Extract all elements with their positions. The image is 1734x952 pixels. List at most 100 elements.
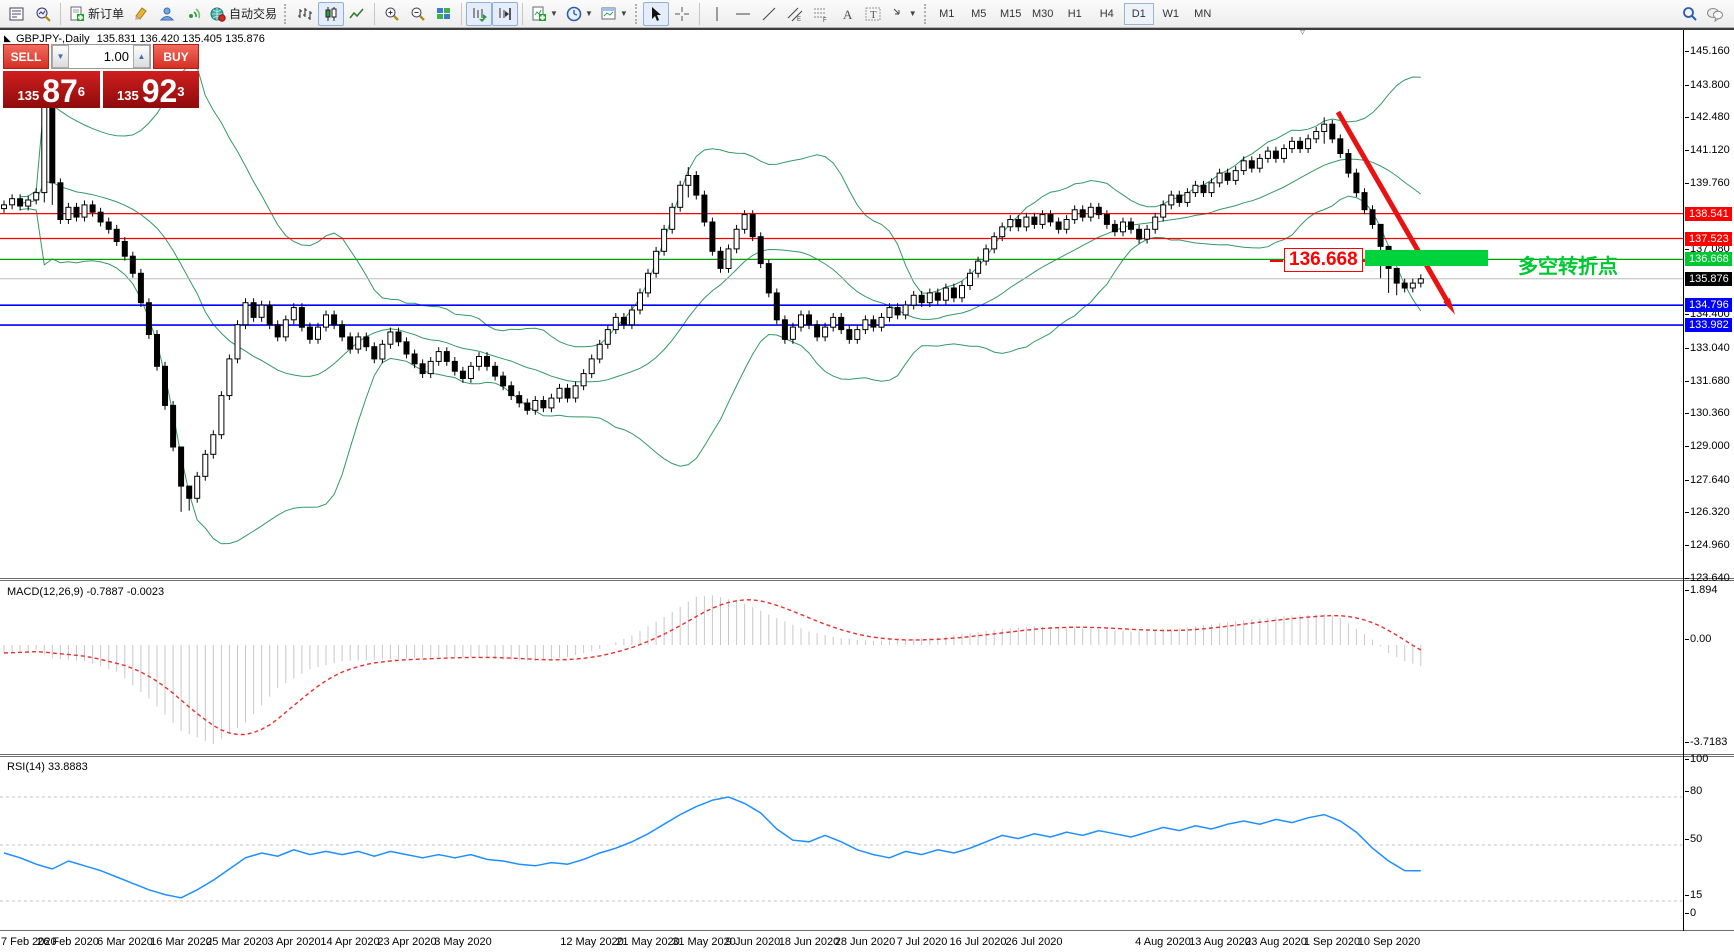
timeframe-h4[interactable]: H4 <box>1092 3 1122 25</box>
turning-point-note[interactable]: 多空转折点 <box>1518 250 1618 279</box>
timeframe-m5[interactable]: M5 <box>964 3 994 25</box>
price-tick: 126.320 <box>1685 506 1730 518</box>
green-zone-rectangle[interactable] <box>1365 250 1488 266</box>
pane-separator[interactable] <box>0 578 1734 581</box>
channel-tool-button[interactable]: E <box>782 2 808 26</box>
arrows-tool-button[interactable]: ▼ <box>886 2 921 26</box>
date-tick: 26 Jul 2020 <box>1005 936 1063 948</box>
rsi-tick: 100 <box>1684 753 1709 765</box>
rsi-tick: 50 <box>1684 833 1703 845</box>
zoom-in-icon <box>385 7 399 21</box>
market-button[interactable] <box>154 2 180 26</box>
date-tick: 14 Apr 2020 <box>320 936 380 948</box>
macd-tick: 0.00 <box>1684 633 1712 645</box>
candlestick-chart-icon <box>325 6 337 21</box>
chevron-down-icon: ▼ <box>550 9 558 18</box>
timeframe-d1[interactable]: D1 <box>1123 2 1154 25</box>
candlestick-chart-button[interactable] <box>318 1 345 26</box>
text-tool-button[interactable]: A <box>834 2 860 26</box>
crosshair-tool-button[interactable] <box>669 2 695 26</box>
sell-price-sup: 6 <box>77 84 86 99</box>
sell-quote[interactable]: 135 87 6 <box>3 71 100 108</box>
annotation-dash-left <box>1270 260 1283 262</box>
crosshair-icon <box>674 6 689 21</box>
volume-increase-button[interactable]: ▲ <box>133 45 150 68</box>
chevron-down-icon: ▼ <box>619 9 628 18</box>
vertical-line-icon <box>716 6 718 21</box>
line-chart-icon <box>349 8 364 18</box>
charts-list-button[interactable] <box>4 2 30 26</box>
price-axis[interactable]: 145.160 143.800 142.480 141.120 139.760 137.0… <box>1684 30 1734 931</box>
signals-icon <box>189 7 201 18</box>
cursor-tool-button[interactable] <box>642 1 669 26</box>
timeframe-mn[interactable]: MN <box>1188 3 1218 25</box>
main-chart-canvas[interactable] <box>0 30 1683 578</box>
templates-button[interactable]: ▼ <box>597 2 632 26</box>
new-order-button[interactable]: 新订单 <box>65 2 128 26</box>
chart-shift-button[interactable] <box>492 1 519 26</box>
search-icon[interactable] <box>1682 6 1698 22</box>
price-level-tag: 136.668 <box>1685 252 1732 266</box>
zoom-in-button[interactable] <box>379 2 405 26</box>
trendline-icon <box>762 7 776 20</box>
chevron-down-icon: ▼ <box>584 9 593 18</box>
trendline-tool-button[interactable] <box>756 2 782 26</box>
timeframe-m1[interactable]: M1 <box>932 3 962 25</box>
volume-input[interactable] <box>69 49 133 64</box>
timeframe-m15[interactable]: M15 <box>996 3 1026 25</box>
date-axis[interactable]: 7 Feb 2020 26 Feb 2020 6 Mar 2020 16 Mar 20… <box>0 933 1734 952</box>
tick-chart-button[interactable] <box>30 2 56 26</box>
horizontal-line-tool-button[interactable] <box>730 2 756 26</box>
current-price-tag: 135.876 <box>1685 272 1732 286</box>
svg-text:A: A <box>843 7 853 22</box>
sell-button[interactable]: SELL <box>3 44 49 69</box>
macd-tick: 1.894 <box>1685 584 1718 596</box>
tile-windows-icon <box>437 7 451 19</box>
sell-price-big: 87 <box>42 73 78 109</box>
volume-decrease-button[interactable]: ▼ <box>52 45 69 68</box>
fibonacci-tool-button[interactable]: F <box>808 2 834 26</box>
date-tick: 26 Feb 2020 <box>37 936 99 948</box>
one-click-collapse-icon[interactable]: ◣ <box>4 33 11 44</box>
templates-icon <box>601 7 616 19</box>
timeframe-m30[interactable]: M30 <box>1028 3 1058 25</box>
timeframe-w1[interactable]: W1 <box>1156 3 1186 25</box>
arrows-tool-icon <box>893 8 900 14</box>
rsi-tick: 80 <box>1684 785 1703 797</box>
periods-button[interactable]: ▼ <box>562 2 597 26</box>
buy-price-big: 92 <box>141 73 178 109</box>
new-order-icon <box>70 6 84 21</box>
zoom-out-button[interactable] <box>405 2 431 26</box>
bar-chart-icon <box>298 7 313 20</box>
label-tool-button[interactable]: T <box>860 2 886 26</box>
indicators-button[interactable]: ▼ <box>527 2 562 26</box>
price-annotation-label[interactable]: 136.668 <box>1284 248 1363 272</box>
price-tick: 145.160 <box>1685 45 1730 57</box>
signals-button[interactable] <box>180 2 206 26</box>
rsi-canvas[interactable] <box>0 757 1683 930</box>
price-level-tag: 134.796 <box>1685 298 1732 312</box>
buy-button[interactable]: BUY <box>153 44 199 69</box>
macd-canvas[interactable] <box>0 582 1683 754</box>
autotrading-icon <box>210 7 226 22</box>
chat-icon[interactable] <box>1706 6 1724 22</box>
text-label-icon: T <box>865 7 881 21</box>
volume-box: ▼ ▲ <box>51 44 151 69</box>
buy-quote[interactable]: 135 92 3 <box>102 71 199 109</box>
tile-windows-button[interactable] <box>431 2 457 26</box>
timeframe-h1[interactable]: H1 <box>1060 3 1090 25</box>
metaeditor-icon <box>135 6 147 20</box>
sell-price-prefix: 135 <box>17 88 40 103</box>
chart-shift-marker-icon[interactable]: ▿ <box>1300 27 1305 38</box>
date-tick: 18 Jun 2020 <box>778 936 840 948</box>
line-chart-button[interactable] <box>344 2 370 26</box>
price-tick: 124.960 <box>1685 539 1730 551</box>
bar-chart-button[interactable] <box>292 2 318 26</box>
price-tick: 143.800 <box>1685 79 1730 91</box>
autotrading-button[interactable]: 自动交易 <box>206 2 281 26</box>
vertical-line-tool-button[interactable] <box>704 2 730 26</box>
price-tick: 123.640 <box>1685 572 1730 584</box>
date-tick: 7 Jul 2020 <box>896 936 948 948</box>
auto-scroll-button[interactable] <box>466 1 493 26</box>
metaeditor-button[interactable] <box>128 2 154 26</box>
